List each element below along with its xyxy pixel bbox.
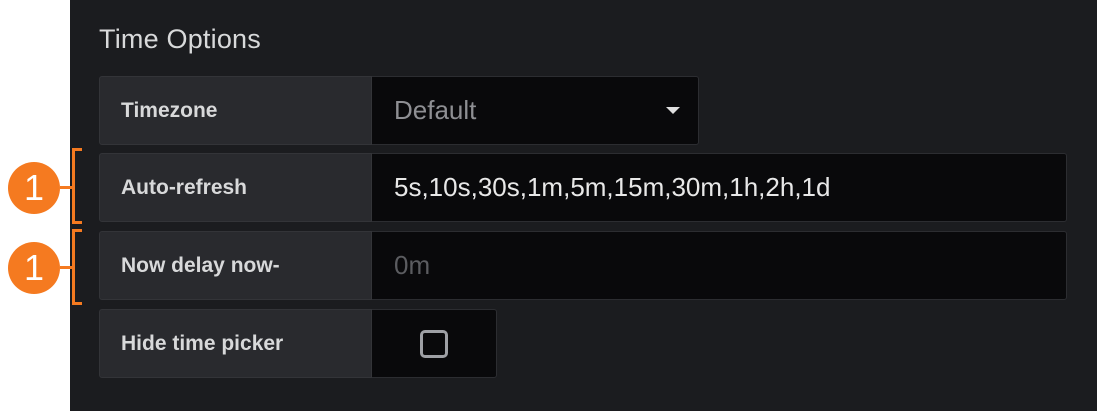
now-delay-row: Now delay now- 0m	[99, 231, 1067, 300]
callout-badge: 1	[8, 242, 60, 294]
callout-bracket	[72, 148, 82, 224]
hide-time-picker-label: Hide time picker	[99, 309, 372, 378]
timezone-select[interactable]: Default	[372, 76, 699, 145]
callout-badge: 1	[8, 162, 60, 214]
hide-time-picker-checkbox[interactable]	[420, 329, 448, 358]
section-title: Time Options	[99, 24, 261, 54]
timezone-label: Timezone	[99, 76, 372, 145]
now-delay-input[interactable]: 0m	[372, 231, 1067, 300]
screenshot-stage: Time Options Timezone Default Auto-refre…	[0, 0, 1097, 411]
callout-bracket	[72, 229, 82, 305]
now-delay-label: Now delay now-	[99, 231, 372, 300]
auto-refresh-label: Auto-refresh	[99, 153, 372, 222]
auto-refresh-input[interactable]: 5s,10s,30s,1m,5m,15m,30m,1h,2h,1d	[372, 153, 1067, 222]
timezone-value: Default	[394, 95, 477, 125]
auto-refresh-row: Auto-refresh 5s,10s,30s,1m,5m,15m,30m,1h…	[99, 153, 1067, 222]
caret-down-icon	[666, 107, 680, 114]
hide-time-picker-row: Hide time picker	[99, 309, 497, 378]
hide-time-picker-cell	[372, 309, 497, 378]
timezone-row: Timezone Default	[99, 76, 699, 145]
